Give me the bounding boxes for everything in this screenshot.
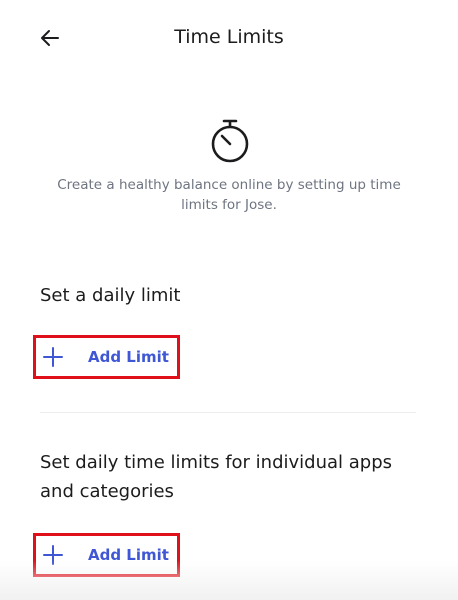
time-limits-screen: Time Limits Create a healthy balance onl… [0,0,458,600]
plus-icon [42,346,64,368]
section-divider [40,412,416,413]
intro-description: Create a healthy balance online by setti… [57,177,401,213]
add-app-limit-button[interactable]: Add Limit [33,533,180,577]
add-daily-limit-button[interactable]: Add Limit [33,335,180,379]
plus-icon [42,544,64,566]
add-limit-label: Add Limit [88,348,169,366]
app-limits-title: Set daily time limits for individual app… [40,452,393,502]
stopwatch-icon [211,119,249,163]
daily-limit-title: Set a daily limit [40,285,181,306]
add-limit-label: Add Limit [88,546,169,564]
page-title: Time Limits [174,26,284,48]
